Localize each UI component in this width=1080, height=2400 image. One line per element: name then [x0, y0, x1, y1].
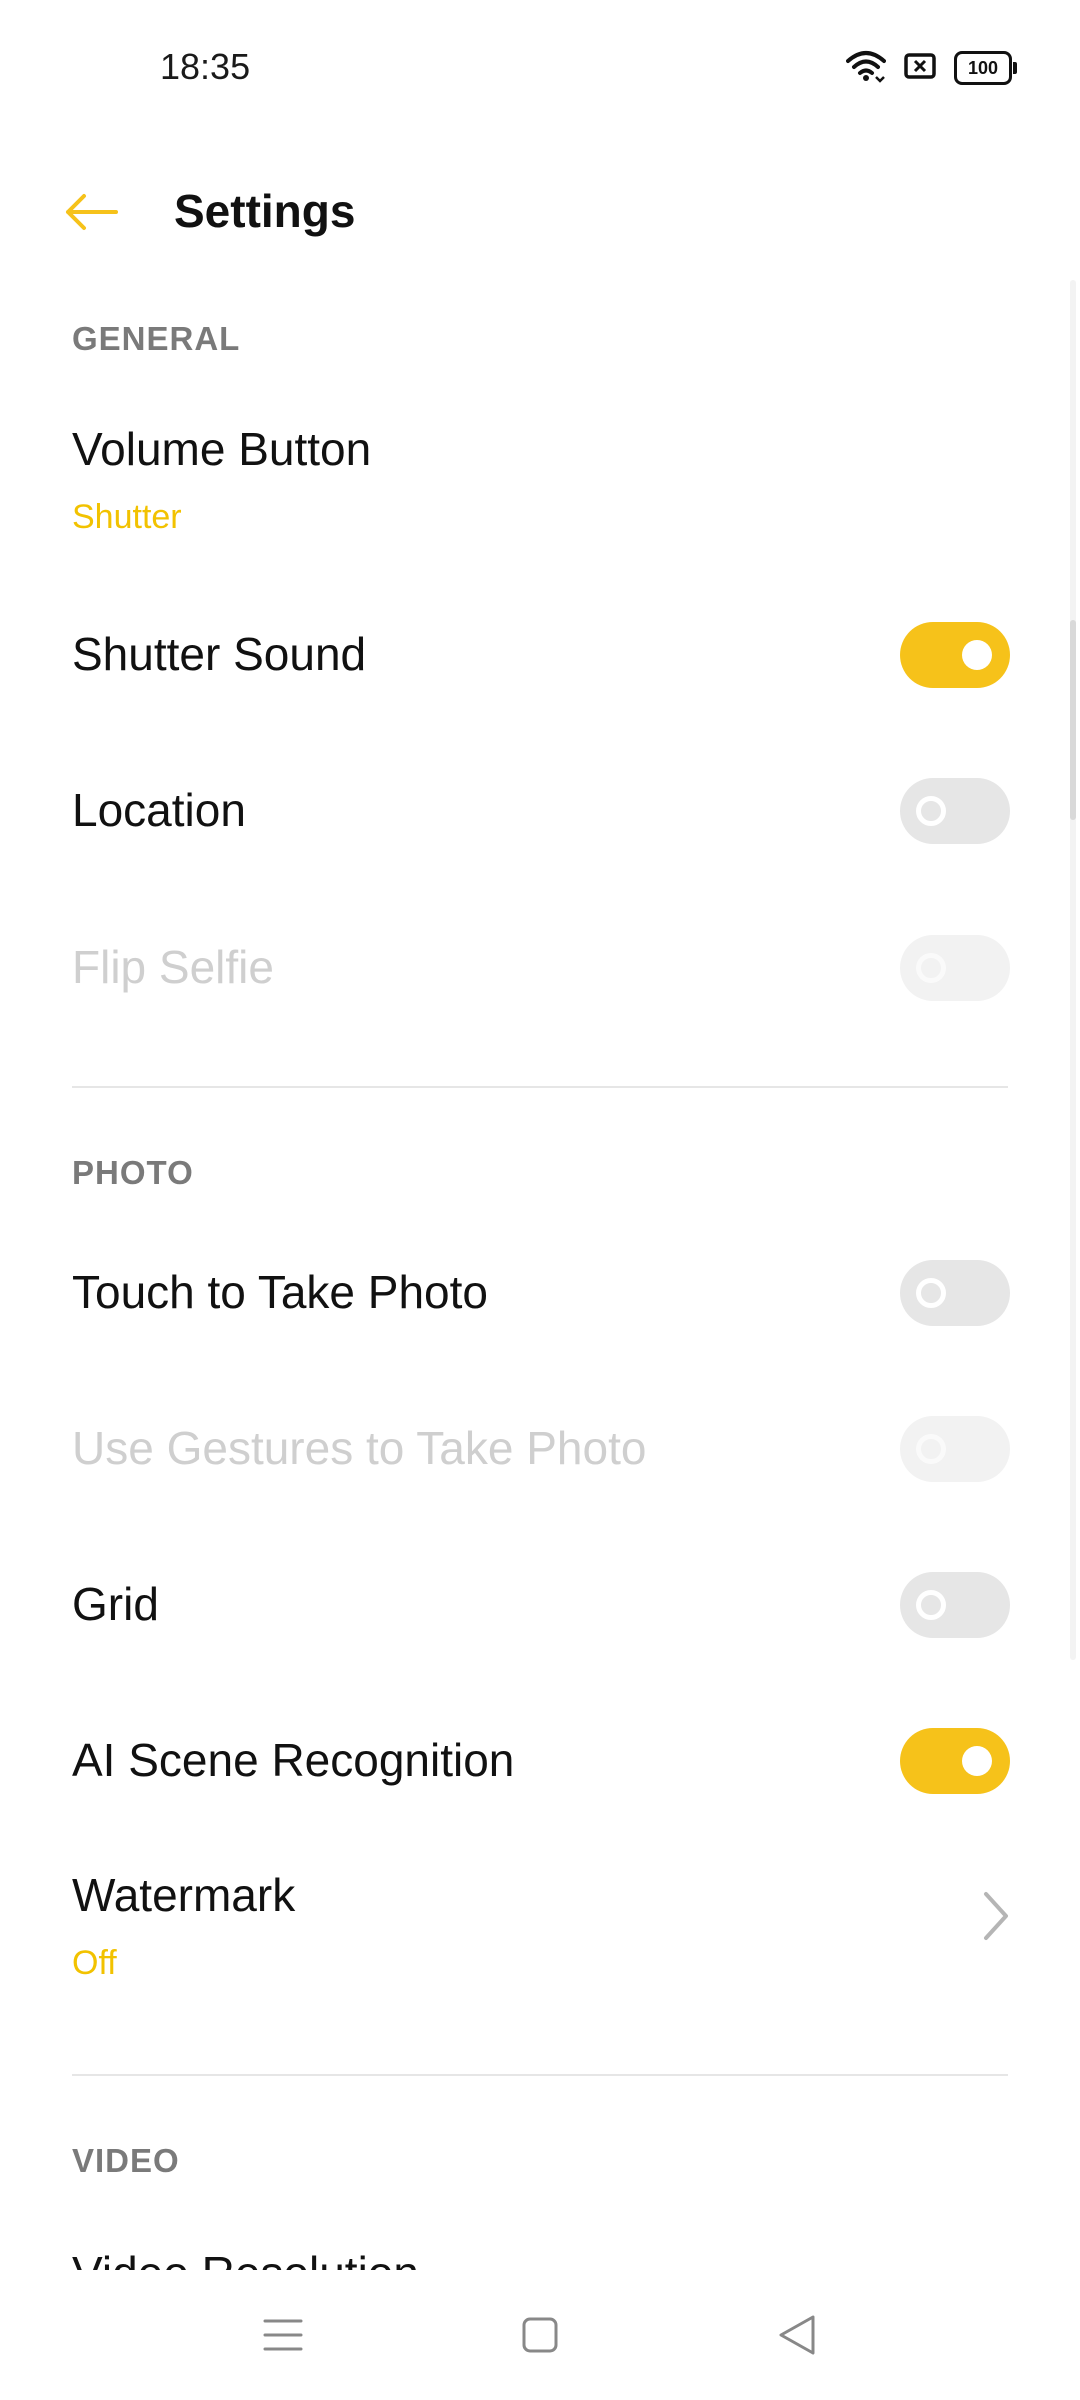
scrollbar-thumb[interactable] — [1070, 620, 1076, 820]
status-icons: 100 — [846, 48, 1017, 88]
setting-title: Touch to Take Photo — [72, 1266, 488, 1318]
settings-list[interactable]: GENERAL Volume Button Shutter Shutter So… — [0, 280, 1080, 2270]
battery-icon: 100 — [954, 51, 1017, 85]
back-nav-button[interactable] — [762, 2300, 832, 2370]
arrow-left-icon — [66, 194, 118, 230]
status-time: 18:35 — [160, 46, 251, 87]
sim-error-icon — [904, 51, 936, 86]
use-gestures-toggle — [900, 1416, 1010, 1482]
scrollbar-track — [1070, 280, 1076, 1660]
setting-value: Shutter — [72, 498, 182, 536]
setting-title: Grid — [72, 1578, 159, 1630]
setting-title: Flip Selfie — [72, 941, 274, 993]
chevron-right-icon — [984, 1892, 1008, 1940]
setting-value: Off — [72, 1944, 117, 1982]
back-triangle-icon — [779, 2315, 815, 2355]
menu-icon — [263, 2319, 303, 2351]
app-bar: Settings — [0, 140, 1080, 280]
status-bar: 18:35 100 — [0, 0, 1080, 140]
setting-title: Watermark — [72, 1869, 296, 1921]
page-title: Settings — [174, 185, 356, 237]
setting-title: Shutter Sound — [72, 628, 367, 680]
recent-apps-button[interactable] — [248, 2300, 318, 2370]
divider — [72, 1086, 1008, 1088]
setting-title: AI Scene Recognition — [72, 1734, 515, 1786]
back-button[interactable] — [60, 180, 124, 244]
system-nav-bar — [0, 2270, 1080, 2400]
home-button[interactable] — [505, 2300, 575, 2370]
setting-title: Video Resolution — [72, 2246, 419, 2270]
divider — [72, 2074, 1008, 2076]
flip-selfie-toggle — [900, 935, 1010, 1001]
location-toggle[interactable] — [900, 778, 1010, 844]
section-header-general: GENERAL — [72, 320, 241, 357]
ai-scene-toggle[interactable] — [900, 1728, 1010, 1794]
section-header-photo: PHOTO — [72, 1154, 194, 1191]
setting-title: Use Gestures to Take Photo — [72, 1422, 647, 1474]
shutter-sound-toggle[interactable] — [900, 622, 1010, 688]
setting-title: Location — [72, 784, 246, 836]
section-header-video: VIDEO — [72, 2142, 180, 2179]
setting-title: Volume Button — [72, 423, 372, 475]
home-square-icon — [522, 2317, 558, 2353]
touch-to-take-photo-toggle[interactable] — [900, 1260, 1010, 1326]
grid-toggle[interactable] — [900, 1572, 1010, 1638]
wifi-icon — [846, 49, 886, 88]
